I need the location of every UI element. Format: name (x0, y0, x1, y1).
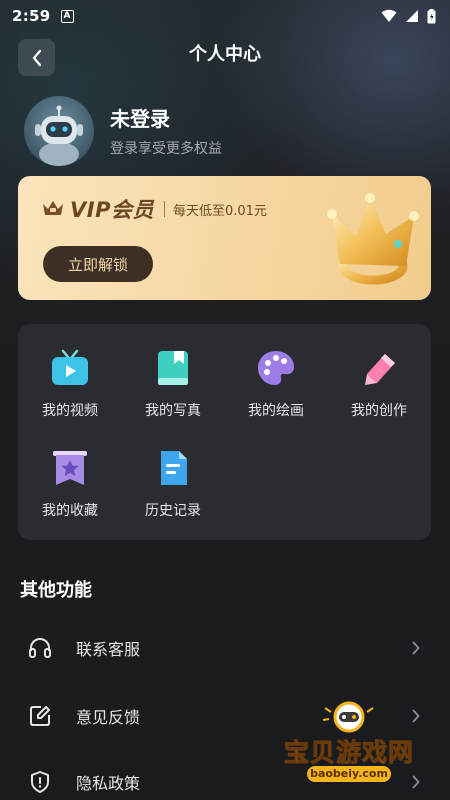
feature-label: 我的创作 (351, 403, 407, 419)
section-title-other: 其他功能 (20, 580, 92, 601)
vip-card[interactable]: VIP会员 每天低至0.01元 立即解锁 (18, 176, 431, 300)
vip-title-row: VIP会员 每天低至0.01元 (42, 194, 267, 224)
login-hint[interactable]: 登录享受更多权益 (110, 138, 222, 158)
status-bar: 2:59 A (0, 0, 450, 32)
bookmark-book-icon (158, 351, 188, 385)
tv-icon (52, 349, 88, 385)
cellular-signal-icon (406, 10, 418, 22)
star-banner-icon (53, 451, 87, 485)
unlock-vip-button[interactable]: 立即解锁 (43, 246, 153, 282)
headset-icon (28, 636, 52, 660)
feature-my-photos[interactable]: 我的写真 (121, 348, 225, 428)
chevron-right-icon (412, 641, 420, 655)
avatar[interactable] (24, 96, 94, 166)
menu-label: 隐私政策 (76, 774, 141, 793)
back-button[interactable] (18, 39, 55, 76)
feature-label: 我的视频 (42, 403, 98, 419)
eraser-icon (365, 354, 395, 385)
vip-promo: 每天低至0.01元 (172, 203, 267, 219)
palette-icon (258, 351, 294, 385)
feature-label: 我的写真 (145, 403, 201, 419)
status-time: 2:59 (12, 7, 51, 25)
feature-my-paintings[interactable]: 我的绘画 (224, 348, 328, 428)
feature-my-favorites[interactable]: 我的收藏 (18, 448, 122, 528)
feature-history[interactable]: 历史记录 (121, 448, 225, 528)
feature-my-creations[interactable]: 我的创作 (327, 348, 431, 428)
vip-divider (163, 201, 165, 217)
feature-label: 我的收藏 (42, 503, 98, 519)
feature-label: 我的绘画 (248, 403, 304, 419)
wifi-icon (381, 9, 397, 22)
shield-icon (28, 770, 52, 794)
chevron-left-icon (32, 49, 41, 66)
gold-crown-icon (327, 193, 419, 285)
menu-label: 联系客服 (76, 640, 141, 659)
vip-title: VIP会员 (70, 198, 154, 222)
feature-my-videos[interactable]: 我的视频 (18, 348, 122, 428)
crown-icon (43, 201, 63, 215)
user-name[interactable]: 未登录 (110, 103, 170, 132)
edit-feedback-icon (28, 704, 52, 728)
notification-badge-icon: A (60, 9, 74, 23)
watermark-url: baobeiy.com (307, 766, 391, 782)
feature-label: 历史记录 (145, 503, 201, 519)
battery-icon (427, 8, 436, 23)
document-icon (161, 451, 187, 485)
watermark: 宝贝游戏网 baobeiy.com (274, 700, 424, 790)
menu-item-contact-support[interactable]: 联系客服 (18, 615, 432, 681)
menu-label: 意见反馈 (76, 708, 141, 727)
gamepad-mascot-icon (322, 701, 374, 733)
feature-panel: 我的视频 我的写真 我的绘画 我的创作 我的收藏 历史记录 (18, 324, 431, 540)
robot-avatar-icon (35, 105, 83, 166)
watermark-text: 宝贝游戏网 (283, 738, 414, 768)
